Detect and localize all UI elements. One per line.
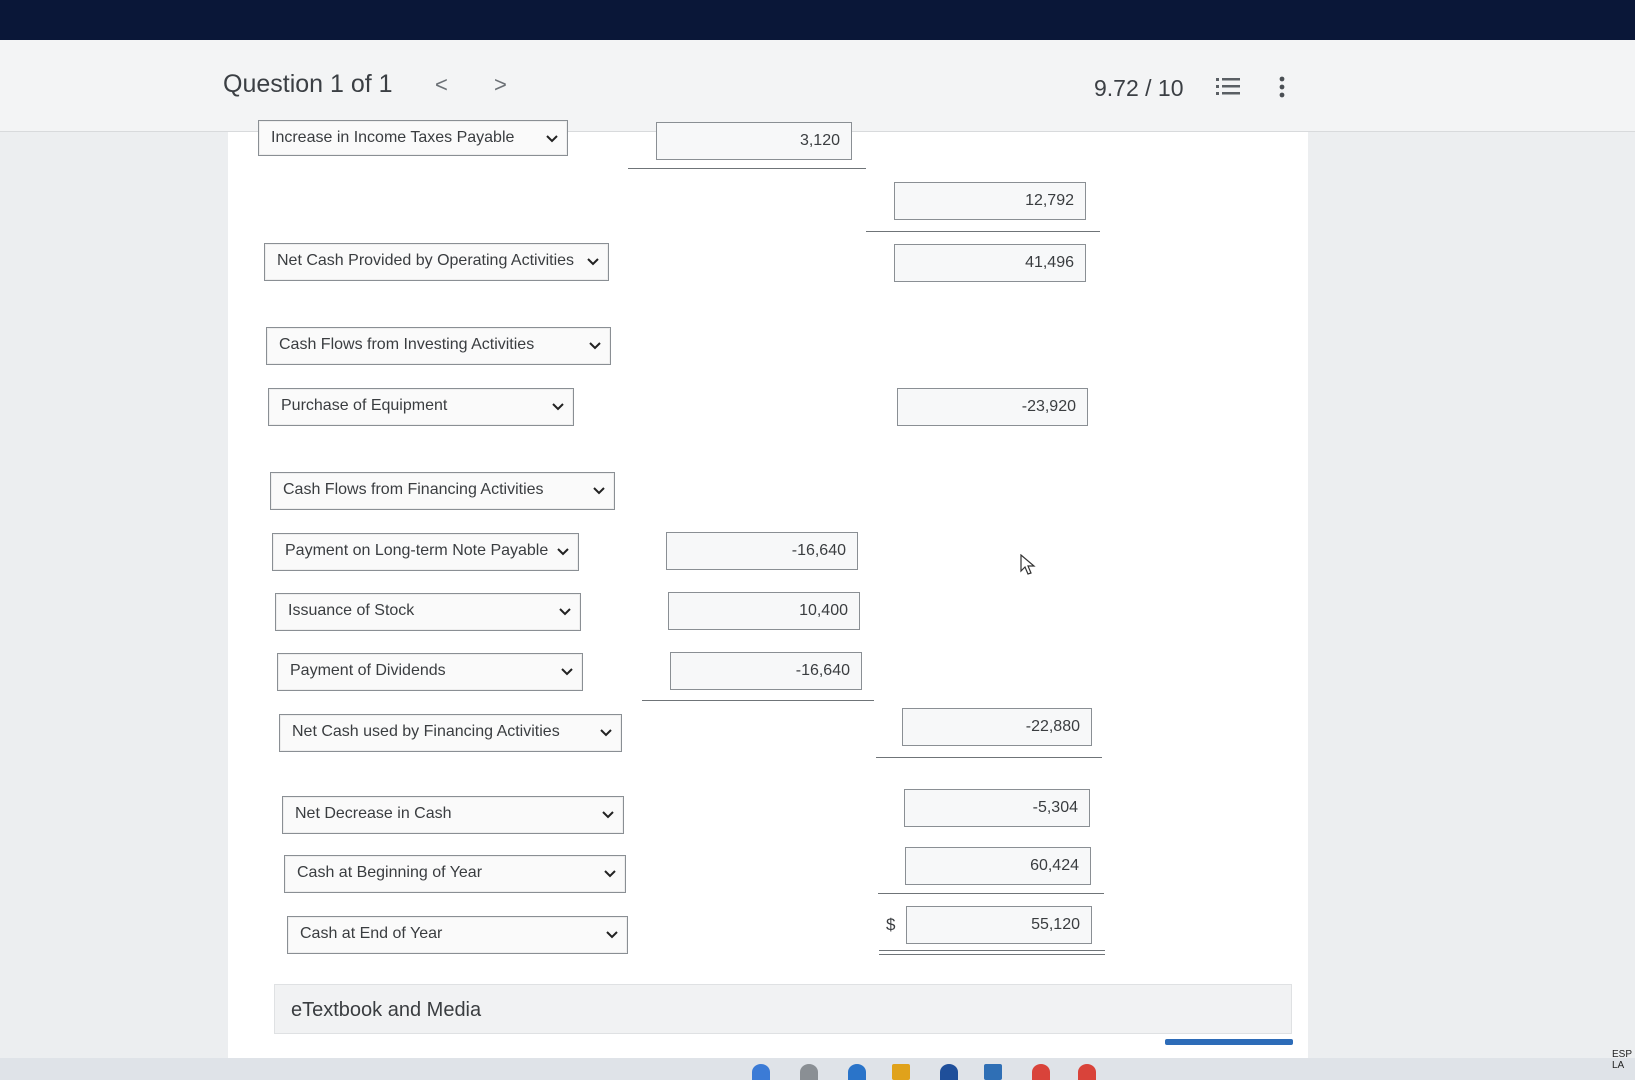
select-label: Issuance of Stock <box>288 602 415 619</box>
chevron-down-icon <box>600 729 612 737</box>
subtotal-rule <box>876 757 1102 758</box>
question-counter: Question 1 of 1 <box>223 70 393 98</box>
amount-input[interactable]: -5,304 <box>904 789 1090 827</box>
select-label: Purchase of Equipment <box>281 397 448 414</box>
question-header: Question 1 of 1 < > 9.72 / 10 <box>0 40 1635 132</box>
list-icon[interactable] <box>1216 76 1240 103</box>
score-display: 9.72 / 10 <box>1094 75 1184 101</box>
etextbook-label: eTextbook and Media <box>291 999 482 1021</box>
chrome-icon[interactable] <box>1078 1064 1096 1080</box>
line-item-select[interactable]: Cash Flows from Financing Activities <box>270 472 615 510</box>
previous-question-button[interactable]: < <box>435 72 448 98</box>
select-label: Net Cash used by Financing Activities <box>292 723 560 740</box>
select-label: Cash at Beginning of Year <box>297 864 483 881</box>
select-label: Increase in Income Taxes Payable <box>271 129 515 146</box>
pointer-cursor-icon <box>1020 554 1036 575</box>
amount-input[interactable]: 10,400 <box>668 592 860 630</box>
line-item-select[interactable]: Cash at Beginning of Year <box>284 855 626 893</box>
language-region: LA <box>1612 1060 1625 1071</box>
language-code: ESP <box>1612 1049 1633 1060</box>
more-vertical-icon[interactable] <box>1278 76 1286 103</box>
amount-input[interactable]: 55,120 <box>906 906 1092 944</box>
chevron-down-icon <box>593 487 605 495</box>
amount-input[interactable]: 3,120 <box>656 122 852 160</box>
subtotal-rule <box>866 231 1100 232</box>
chrome-icon[interactable] <box>1032 1064 1050 1080</box>
line-item-select[interactable]: Net Decrease in Cash <box>282 796 624 834</box>
language-indicator[interactable]: ESP LA <box>1612 1049 1632 1071</box>
taskbar-app-icon[interactable] <box>984 1064 1002 1080</box>
chevron-down-icon <box>557 548 569 556</box>
line-item-select[interactable]: Purchase of Equipment <box>268 388 574 426</box>
line-item-select[interactable]: Issuance of Stock <box>275 593 581 631</box>
line-item-select[interactable]: Net Cash used by Financing Activities <box>279 714 622 752</box>
chevron-down-icon <box>602 811 614 819</box>
amount-input[interactable]: 60,424 <box>905 847 1091 885</box>
select-label: Cash Flows from Financing Activities <box>283 481 544 498</box>
total-double-rule-bottom <box>879 954 1105 955</box>
line-item-select[interactable]: Cash Flows from Investing Activities <box>266 327 611 365</box>
taskbar-app-icon[interactable] <box>892 1064 910 1080</box>
amount-input[interactable]: -22,880 <box>902 708 1092 746</box>
amount-input[interactable]: 12,792 <box>894 182 1086 220</box>
select-label: Cash Flows from Investing Activities <box>279 336 535 353</box>
amount-input[interactable]: -23,920 <box>897 388 1088 426</box>
taskbar-app-icon[interactable] <box>800 1064 818 1080</box>
select-label: Cash at End of Year <box>300 925 443 942</box>
subtotal-rule <box>628 168 866 169</box>
line-item-select[interactable]: Payment of Dividends <box>277 653 583 691</box>
chevron-down-icon <box>604 870 616 878</box>
taskbar-app-icon[interactable] <box>940 1064 958 1080</box>
submit-button-edge[interactable] <box>1165 1039 1293 1045</box>
line-item-select[interactable]: Increase in Income Taxes Payable <box>258 120 568 156</box>
currency-symbol: $ <box>886 915 896 934</box>
chevron-down-icon <box>552 403 564 411</box>
subtotal-rule <box>878 893 1104 894</box>
line-item-select[interactable]: Net Cash Provided by Operating Activitie… <box>264 243 609 281</box>
select-label: Payment on Long-term Note Payable <box>285 542 549 559</box>
taskbar-app-icon[interactable] <box>848 1064 866 1080</box>
amount-input[interactable]: -16,640 <box>670 652 862 690</box>
amount-input[interactable]: 41,496 <box>894 244 1086 282</box>
line-item-select[interactable]: Payment on Long-term Note Payable <box>272 533 579 571</box>
next-question-button[interactable]: > <box>494 72 507 98</box>
taskbar-app-icon[interactable] <box>752 1064 770 1080</box>
chevron-down-icon <box>546 135 558 143</box>
select-label: Net Cash Provided by Operating Activitie… <box>277 252 575 269</box>
chevron-down-icon <box>589 342 601 350</box>
subtotal-rule <box>642 700 874 701</box>
chevron-down-icon <box>587 258 599 266</box>
chevron-down-icon <box>559 608 571 616</box>
etextbook-media-panel[interactable]: eTextbook and Media <box>274 984 1292 1034</box>
select-label: Net Decrease in Cash <box>295 805 452 822</box>
chevron-down-icon <box>561 668 573 676</box>
chevron-down-icon <box>606 931 618 939</box>
total-double-rule-top <box>879 950 1105 951</box>
line-item-select[interactable]: Cash at End of Year <box>287 916 628 954</box>
select-label: Payment of Dividends <box>290 662 446 679</box>
amount-input[interactable]: -16,640 <box>666 532 858 570</box>
